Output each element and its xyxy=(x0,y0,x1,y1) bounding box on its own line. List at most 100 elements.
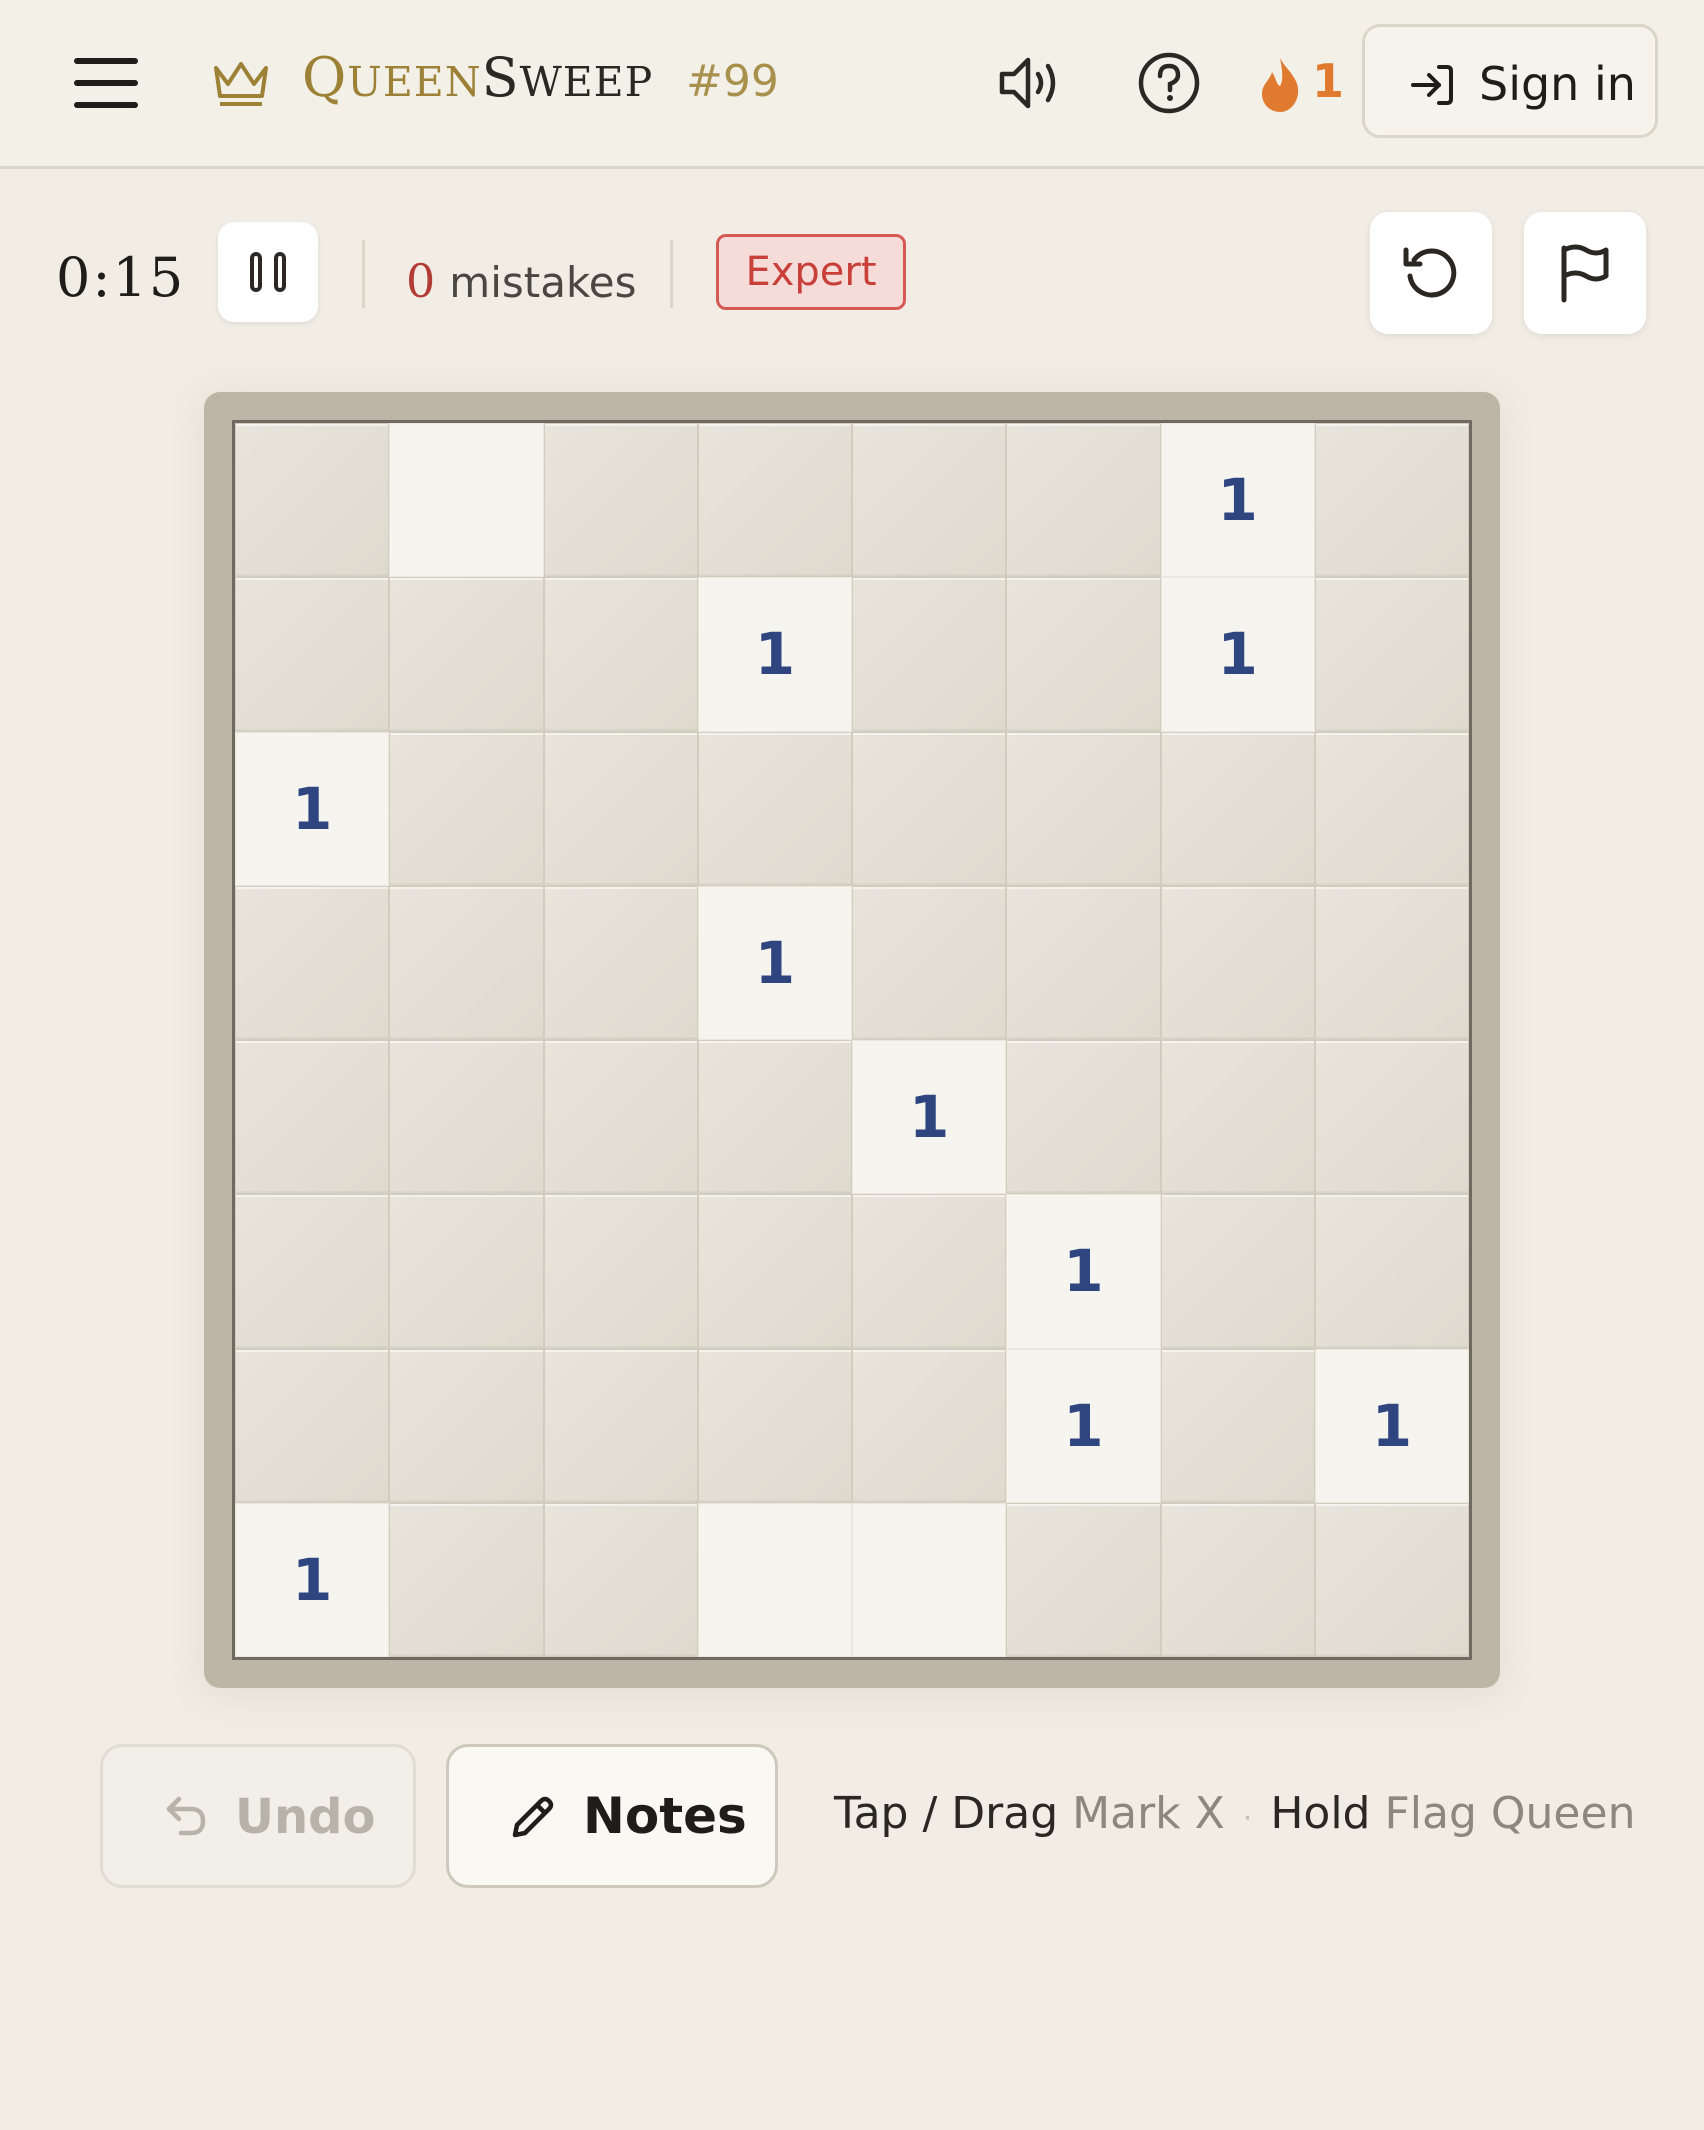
pause-button[interactable] xyxy=(218,222,318,322)
board-cell[interactable] xyxy=(1160,1348,1315,1503)
board-cell[interactable] xyxy=(1006,1040,1161,1195)
board-cell[interactable] xyxy=(235,1348,390,1503)
board-cell[interactable] xyxy=(543,577,698,732)
board-cell[interactable] xyxy=(235,1040,390,1195)
game-timer: 0:15 xyxy=(56,246,186,309)
board-cell[interactable] xyxy=(543,731,698,886)
board-cell[interactable] xyxy=(1160,731,1315,886)
board-cell[interactable] xyxy=(1314,731,1469,886)
sign-in-label: Sign in xyxy=(1479,57,1636,111)
board-cell[interactable] xyxy=(697,1194,852,1349)
board-cell[interactable]: 1 xyxy=(235,1502,390,1657)
board-cell[interactable]: 1 xyxy=(235,731,390,886)
board-cell[interactable] xyxy=(1006,1502,1161,1657)
board-cell[interactable] xyxy=(389,885,544,1040)
streak-count: 1 xyxy=(1312,54,1345,108)
board-cell[interactable] xyxy=(389,731,544,886)
board-cell[interactable] xyxy=(697,423,852,578)
board-cell[interactable] xyxy=(1314,1040,1469,1195)
board-cell[interactable] xyxy=(1314,577,1469,732)
board-cell[interactable]: 1 xyxy=(1006,1194,1161,1349)
pencil-icon xyxy=(512,1796,554,1838)
board-cell[interactable] xyxy=(1160,1040,1315,1195)
board-cell[interactable] xyxy=(852,577,1007,732)
board-cell[interactable]: 1 xyxy=(697,577,852,732)
board-cell[interactable] xyxy=(852,731,1007,886)
crown-icon xyxy=(214,62,268,106)
board-frame: 1111111111 xyxy=(204,392,1500,1688)
logo-letters: UEEN xyxy=(347,58,482,106)
mistakes-label: mistakes xyxy=(449,258,637,307)
puzzle-number: #99 xyxy=(686,56,779,107)
board-cell[interactable] xyxy=(389,577,544,732)
board-cell[interactable] xyxy=(543,1348,698,1503)
restart-button[interactable] xyxy=(1370,212,1492,334)
mistakes-count: 0 xyxy=(406,254,436,308)
app-logo[interactable]: QUEENSWEEP xyxy=(302,46,653,109)
logo-letters: WEEP xyxy=(519,58,654,106)
hint-hold: Hold xyxy=(1270,1788,1371,1839)
board-cell[interactable]: 1 xyxy=(1314,1348,1469,1503)
board-cell[interactable]: 1 xyxy=(1006,1348,1161,1503)
undo-label: Undo xyxy=(235,1789,376,1845)
board-cell[interactable] xyxy=(852,1502,1007,1657)
board-cell[interactable] xyxy=(235,577,390,732)
controls-hint: Tap / Drag Mark X · Hold Flag Queen xyxy=(834,1788,1635,1839)
board-cell[interactable] xyxy=(1314,1194,1469,1349)
sound-icon xyxy=(999,57,1056,109)
board-cell[interactable]: 1 xyxy=(1160,423,1315,578)
board-cell[interactable]: 1 xyxy=(697,885,852,1040)
help-button[interactable] xyxy=(1136,50,1202,116)
game-board: 1111111111 xyxy=(232,420,1472,1660)
board-cell[interactable] xyxy=(1006,423,1161,578)
board-cell[interactable] xyxy=(697,1502,852,1657)
hint-tap-action: Mark X xyxy=(1072,1788,1225,1839)
sign-in-icon xyxy=(1411,65,1453,105)
board-cell[interactable] xyxy=(235,885,390,1040)
board-cell[interactable] xyxy=(389,1502,544,1657)
board-cell[interactable] xyxy=(1160,1502,1315,1657)
board-cell[interactable] xyxy=(389,1348,544,1503)
sign-in-button[interactable]: Sign in xyxy=(1362,24,1658,138)
board-cell[interactable] xyxy=(235,423,390,578)
board-cell[interactable] xyxy=(389,1040,544,1195)
hint-tap: Tap / Drag xyxy=(834,1788,1059,1839)
board-cell[interactable] xyxy=(697,1040,852,1195)
board-cell[interactable] xyxy=(1314,885,1469,1040)
board-cell[interactable] xyxy=(235,1194,390,1349)
board-cell[interactable] xyxy=(389,1194,544,1349)
flag-icon xyxy=(1561,244,1609,303)
board-cell[interactable] xyxy=(852,1348,1007,1503)
undo-button[interactable]: Undo xyxy=(100,1744,416,1888)
hint-hold-action: Flag Queen xyxy=(1384,1788,1636,1839)
board-cell[interactable] xyxy=(852,1194,1007,1349)
board-cell[interactable]: 1 xyxy=(1160,577,1315,732)
board-cell[interactable] xyxy=(697,1348,852,1503)
board-cell[interactable] xyxy=(1314,1502,1469,1657)
board-cell[interactable] xyxy=(1160,885,1315,1040)
board-cell[interactable] xyxy=(543,885,698,1040)
board-cell[interactable] xyxy=(1160,1194,1315,1349)
flag-button[interactable] xyxy=(1524,212,1646,334)
board-cell[interactable] xyxy=(1006,577,1161,732)
menu-button[interactable] xyxy=(64,50,148,116)
logo-letter: Q xyxy=(302,46,348,109)
board-cell[interactable] xyxy=(1006,885,1161,1040)
undo-icon xyxy=(166,1796,206,1836)
board-cell[interactable] xyxy=(543,423,698,578)
board-cell[interactable] xyxy=(543,1502,698,1657)
sound-button[interactable] xyxy=(994,50,1066,116)
board-cell[interactable] xyxy=(1006,731,1161,886)
divider xyxy=(362,240,365,308)
board-cell[interactable]: 1 xyxy=(852,1040,1007,1195)
board-cell[interactable] xyxy=(389,423,544,578)
restart-icon xyxy=(1403,247,1457,298)
board-cell[interactable] xyxy=(543,1194,698,1349)
board-cell[interactable] xyxy=(543,1040,698,1195)
board-cell[interactable] xyxy=(852,423,1007,578)
notes-button[interactable]: Notes xyxy=(446,1744,778,1888)
notes-label: Notes xyxy=(583,1787,747,1845)
board-cell[interactable] xyxy=(852,885,1007,1040)
board-cell[interactable] xyxy=(1314,423,1469,578)
board-cell[interactable] xyxy=(697,731,852,886)
